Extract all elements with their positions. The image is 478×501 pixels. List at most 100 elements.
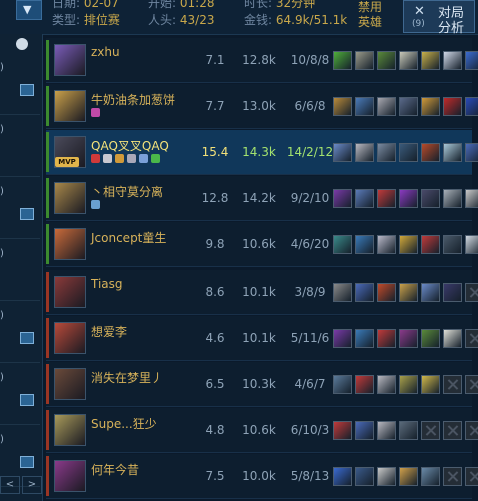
player-row[interactable]: Jconcept童生 9.8 10.6k 4/6/20	[46, 222, 478, 267]
champion-portrait[interactable]	[54, 228, 86, 260]
champion-portrait[interactable]	[54, 276, 86, 308]
item-icon[interactable]	[443, 189, 462, 208]
prev-page-button[interactable]: <	[0, 476, 20, 494]
replay-icon[interactable]	[20, 394, 34, 406]
item-icon[interactable]	[377, 329, 396, 348]
player-name[interactable]: 丶相守莫分离	[91, 183, 163, 200]
item-icon[interactable]	[421, 143, 440, 162]
item-icon[interactable]	[333, 97, 352, 116]
item-icon[interactable]	[377, 51, 396, 70]
item-icon[interactable]	[399, 235, 418, 254]
item-icon[interactable]	[377, 467, 396, 486]
item-icon[interactable]	[355, 97, 374, 116]
item-icon[interactable]	[443, 283, 462, 302]
item-icon[interactable]	[399, 143, 418, 162]
item-icon[interactable]	[377, 235, 396, 254]
replay-icon[interactable]	[20, 332, 34, 344]
item-icon[interactable]	[377, 421, 396, 440]
item-icon[interactable]	[399, 283, 418, 302]
item-icon[interactable]	[355, 283, 374, 302]
champion-portrait[interactable]	[54, 460, 86, 492]
item-icon[interactable]	[355, 467, 374, 486]
player-row[interactable]: 想爱李 4.6 10.1k 5/11/6	[46, 316, 478, 361]
item-icon[interactable]	[355, 421, 374, 440]
player-row[interactable]: 何年今昔 7.5 10.0k 5/8/13	[46, 454, 478, 499]
empty-item-slot[interactable]	[443, 421, 462, 440]
item-icon[interactable]	[443, 143, 462, 162]
item-icon[interactable]	[465, 97, 478, 116]
item-icon[interactable]	[465, 189, 478, 208]
player-name[interactable]: QAQ叉叉QAQ	[91, 137, 169, 154]
item-icon[interactable]	[465, 235, 478, 254]
player-row[interactable]: zxhu 7.1 12.8k 10/8/8	[46, 38, 478, 83]
ban-heroes-button[interactable]: 禁用 英雄	[352, 0, 388, 33]
match-list-item[interactable]: )	[0, 240, 40, 301]
item-icon[interactable]	[443, 51, 462, 70]
empty-item-slot[interactable]	[421, 421, 440, 440]
item-icon[interactable]	[421, 189, 440, 208]
champion-portrait[interactable]	[54, 90, 86, 122]
item-icon[interactable]	[333, 375, 352, 394]
item-icon[interactable]	[421, 375, 440, 394]
item-icon[interactable]	[421, 283, 440, 302]
player-name[interactable]: Jconcept童生	[91, 229, 166, 246]
item-icon[interactable]	[377, 375, 396, 394]
item-icon[interactable]	[333, 421, 352, 440]
player-name[interactable]: Supe...狂少	[91, 415, 157, 432]
empty-item-slot[interactable]	[465, 283, 478, 302]
item-icon[interactable]	[421, 329, 440, 348]
player-row[interactable]: 丶相守莫分离 12.8 14.2k 9/2/10	[46, 176, 478, 221]
empty-item-slot[interactable]	[465, 329, 478, 348]
match-list-item[interactable]: )	[0, 116, 40, 177]
item-icon[interactable]	[443, 329, 462, 348]
item-icon[interactable]	[377, 97, 396, 116]
champion-portrait[interactable]	[54, 182, 86, 214]
replay-icon[interactable]	[20, 456, 34, 468]
item-icon[interactable]	[377, 143, 396, 162]
match-list-item[interactable]: )	[0, 364, 40, 425]
item-icon[interactable]	[421, 235, 440, 254]
item-icon[interactable]	[421, 51, 440, 70]
item-icon[interactable]	[443, 97, 462, 116]
player-name[interactable]: 何年今昔	[91, 461, 139, 478]
replay-icon[interactable]	[20, 208, 34, 220]
champion-portrait[interactable]	[54, 368, 86, 400]
player-row[interactable]: 消失在梦里丿 6.5 10.3k 4/6/7	[46, 362, 478, 407]
item-icon[interactable]	[377, 283, 396, 302]
item-icon[interactable]	[421, 97, 440, 116]
item-icon[interactable]	[399, 375, 418, 394]
item-icon[interactable]	[333, 189, 352, 208]
empty-item-slot[interactable]	[465, 467, 478, 486]
item-icon[interactable]	[399, 329, 418, 348]
item-icon[interactable]	[465, 51, 478, 70]
item-icon[interactable]	[399, 97, 418, 116]
player-row[interactable]: Supe...狂少 4.8 10.6k 6/10/3	[46, 408, 478, 453]
item-icon[interactable]	[377, 189, 396, 208]
player-name[interactable]: zxhu	[91, 45, 120, 59]
player-row[interactable]: MVP QAQ叉叉QAQ 15.4 14.3k 14/2/12	[46, 130, 478, 175]
player-name[interactable]: Tiasg	[91, 277, 123, 291]
next-page-button[interactable]: >	[22, 476, 42, 494]
item-icon[interactable]	[333, 143, 352, 162]
champion-portrait[interactable]	[54, 414, 86, 446]
item-icon[interactable]	[465, 143, 478, 162]
empty-item-slot[interactable]	[465, 375, 478, 394]
player-name[interactable]: 消失在梦里丿	[91, 369, 163, 386]
match-list-item[interactable]: )	[0, 178, 40, 239]
match-list-item[interactable]: )	[0, 54, 40, 115]
item-icon[interactable]	[399, 467, 418, 486]
empty-item-slot[interactable]	[443, 467, 462, 486]
player-row[interactable]: 牛奶油条加葱饼 7.7 13.0k 6/6/8	[46, 84, 478, 129]
empty-item-slot[interactable]	[443, 375, 462, 394]
player-row[interactable]: Tiasg 8.6 10.1k 3/8/9	[46, 270, 478, 315]
item-icon[interactable]	[355, 235, 374, 254]
item-icon[interactable]	[355, 189, 374, 208]
item-icon[interactable]	[333, 235, 352, 254]
replay-icon[interactable]	[20, 84, 34, 96]
item-icon[interactable]	[421, 467, 440, 486]
player-name[interactable]: 想爱李	[91, 323, 127, 340]
item-icon[interactable]	[399, 51, 418, 70]
match-analysis-button[interactable]: ✕ (9) 对局 分析	[403, 0, 475, 36]
item-icon[interactable]	[333, 283, 352, 302]
item-icon[interactable]	[355, 143, 374, 162]
